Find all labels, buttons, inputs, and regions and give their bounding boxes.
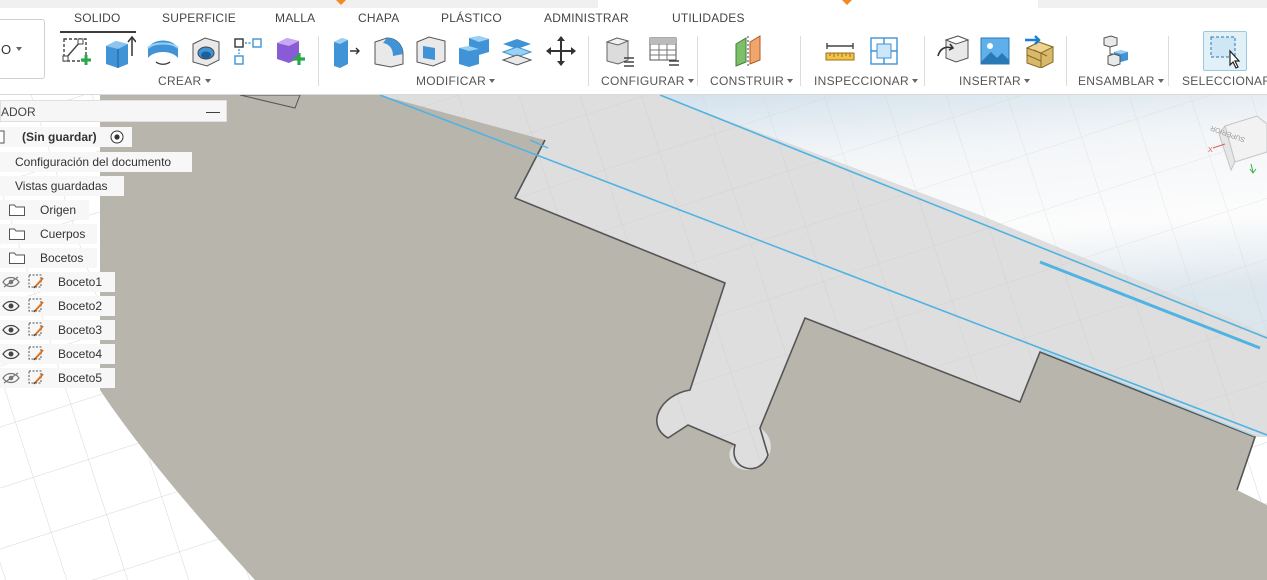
axis-x-label: X bbox=[1208, 147, 1213, 154]
sketch-icon bbox=[28, 322, 45, 338]
folder-icon bbox=[9, 227, 25, 240]
table-icon[interactable] bbox=[646, 33, 682, 69]
browser-item-label: Bocetos bbox=[40, 251, 84, 265]
hole-icon[interactable] bbox=[188, 33, 224, 69]
browser-item-label: Boceto2 bbox=[58, 299, 103, 313]
browser-title: ADOR bbox=[1, 105, 36, 119]
chevron-down-icon bbox=[16, 47, 22, 51]
move-icon[interactable] bbox=[543, 33, 579, 69]
browser-document-node[interactable]: (Sin guardar) bbox=[0, 127, 132, 147]
document-tab-strip bbox=[0, 0, 1267, 8]
insert-mesh-icon[interactable] bbox=[1020, 33, 1056, 69]
sketch-icon bbox=[28, 346, 45, 362]
browser-item-label: Configuración del documento bbox=[15, 155, 172, 169]
fusion-doc-icon bbox=[336, 0, 346, 5]
toolbar-separator bbox=[318, 36, 319, 86]
sketch-icon bbox=[28, 298, 45, 314]
extrude-icon[interactable] bbox=[101, 33, 137, 69]
workspace-value: O bbox=[1, 42, 12, 57]
interference-icon[interactable] bbox=[866, 33, 902, 69]
shell-icon[interactable] bbox=[413, 33, 449, 69]
browser-item-document-settings[interactable]: Configuración del documento bbox=[0, 152, 192, 172]
browser-item-saved-views[interactable]: Vistas guardadas bbox=[0, 176, 124, 196]
tab-solido[interactable]: SOLIDO bbox=[74, 11, 121, 25]
eye-icon[interactable] bbox=[2, 300, 20, 312]
browser-item-label: Boceto1 bbox=[58, 275, 103, 289]
tab-administrar[interactable]: ADMINISTRAR bbox=[544, 11, 629, 25]
create-active-underline bbox=[60, 31, 136, 33]
tab-superficie[interactable]: SUPERFICIE bbox=[162, 11, 236, 25]
browser-item-label: Origen bbox=[40, 203, 77, 217]
browser-item-label: Boceto4 bbox=[58, 347, 103, 361]
tab-malla[interactable]: MALLA bbox=[275, 11, 315, 25]
document-name: (Sin guardar) bbox=[22, 130, 97, 144]
sketch-icon bbox=[28, 370, 45, 386]
new-component-icon[interactable] bbox=[272, 33, 308, 69]
pattern-icon[interactable] bbox=[230, 33, 266, 69]
eye-hidden-icon[interactable] bbox=[2, 276, 20, 288]
browser-item-label: Cuerpos bbox=[40, 227, 86, 241]
insert-image-icon[interactable] bbox=[977, 33, 1013, 69]
browser-item-boceto3[interactable]: Boceto3 bbox=[0, 320, 115, 340]
active-document-tab[interactable] bbox=[598, 0, 1038, 8]
select-icon[interactable] bbox=[1207, 33, 1243, 69]
browser-item-label: Vistas guardadas bbox=[15, 179, 108, 193]
group-seleccionar[interactable]: SELECCIONAR bbox=[1182, 74, 1267, 88]
browser-item-bodies[interactable]: Cuerpos bbox=[0, 224, 97, 244]
toolbar-separator bbox=[1168, 36, 1169, 86]
minimize-icon[interactable]: — bbox=[206, 103, 220, 119]
toolbar-separator bbox=[1066, 36, 1067, 86]
eye-icon[interactable] bbox=[2, 324, 20, 336]
sketch-icon bbox=[28, 274, 45, 290]
browser-item-boceto5[interactable]: Boceto5 bbox=[0, 368, 115, 388]
component-icon bbox=[0, 130, 6, 144]
group-ensamblar[interactable]: ENSAMBLAR bbox=[1078, 74, 1164, 88]
browser-item-sketches[interactable]: Bocetos bbox=[0, 248, 97, 268]
browser-item-label: Boceto5 bbox=[58, 371, 103, 385]
tab-plastico[interactable]: PLÁSTICO bbox=[441, 11, 502, 25]
group-insertar[interactable]: INSERTAR bbox=[959, 74, 1030, 88]
eye-hidden-icon[interactable] bbox=[2, 372, 20, 384]
combine-icon[interactable] bbox=[456, 33, 492, 69]
group-configurar[interactable]: CONFIGURAR bbox=[601, 74, 694, 88]
toolbar-separator bbox=[697, 36, 698, 86]
group-modificar[interactable]: MODIFICAR bbox=[416, 74, 495, 88]
create-sketch-icon[interactable] bbox=[59, 33, 95, 69]
browser-item-boceto1[interactable]: Boceto1 bbox=[0, 272, 115, 292]
ribbon-tabs: SOLIDO SUPERFICIE MALLA CHAPA PLÁSTICO A… bbox=[0, 11, 1267, 31]
folder-icon bbox=[9, 203, 25, 216]
group-crear[interactable]: CREAR bbox=[158, 74, 211, 88]
parameters-icon[interactable] bbox=[601, 33, 637, 69]
toolbar-separator bbox=[800, 36, 801, 86]
group-construir[interactable]: CONSTRUIR bbox=[710, 74, 793, 88]
browser-item-boceto2[interactable]: Boceto2 bbox=[0, 296, 115, 316]
browser-panel-header[interactable]: ADOR — bbox=[0, 100, 227, 122]
browser-item-origin[interactable]: Origen bbox=[0, 200, 89, 220]
browser-item-label: Boceto3 bbox=[58, 323, 103, 337]
ribbon-toolbar: O SOLIDO SUPERFICIE MALLA CHAPA PLÁSTICO… bbox=[0, 0, 1267, 95]
plane-icon[interactable] bbox=[731, 33, 767, 69]
press-pull-icon[interactable] bbox=[327, 33, 363, 69]
activate-radio-icon[interactable] bbox=[110, 130, 124, 144]
tab-chapa[interactable]: CHAPA bbox=[358, 11, 399, 25]
eye-icon[interactable] bbox=[2, 348, 20, 360]
joint-icon[interactable] bbox=[1097, 33, 1133, 69]
insert-derive-icon[interactable] bbox=[935, 33, 971, 69]
group-inspeccionar[interactable]: INSPECCIONAR bbox=[814, 74, 918, 88]
toolbar-separator bbox=[588, 36, 589, 86]
toolbar-separator bbox=[924, 36, 925, 86]
folder-icon bbox=[9, 251, 25, 264]
viewcube[interactable]: SUPERIOR X bbox=[1205, 112, 1267, 180]
tab-utilidades[interactable]: UTILIDADES bbox=[672, 11, 745, 25]
replace-face-icon[interactable] bbox=[499, 33, 535, 69]
browser-item-boceto4[interactable]: Boceto4 bbox=[0, 344, 115, 364]
measure-icon[interactable] bbox=[822, 33, 858, 69]
fillet-icon[interactable] bbox=[370, 33, 406, 69]
revolve-icon[interactable] bbox=[145, 33, 181, 69]
